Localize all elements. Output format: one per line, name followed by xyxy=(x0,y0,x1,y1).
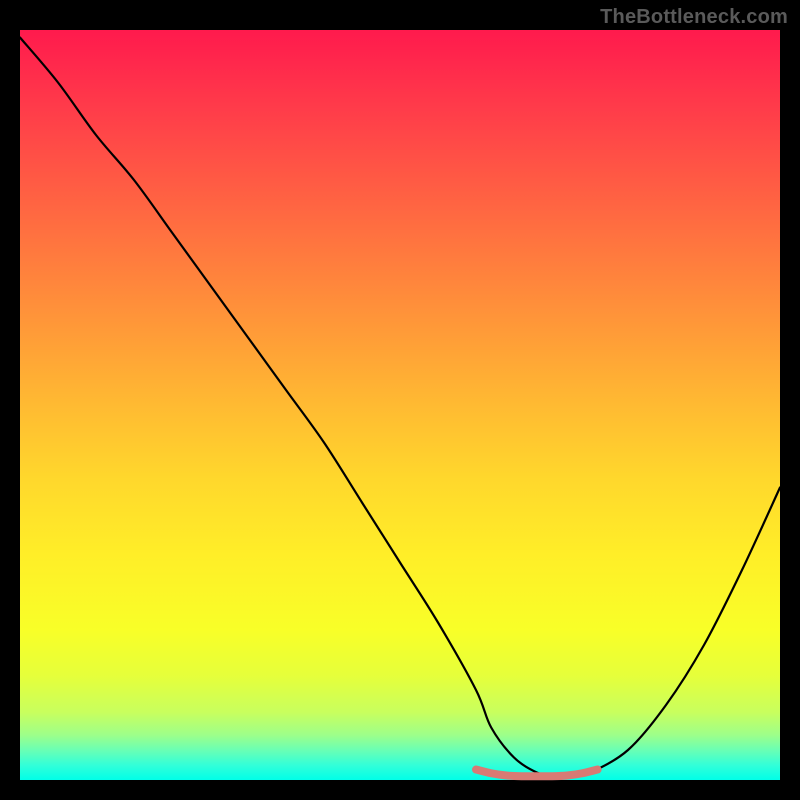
optimal-zone-marker xyxy=(476,770,598,777)
watermark-text: TheBottleneck.com xyxy=(600,6,788,29)
chart-root: TheBottleneck.com xyxy=(0,0,800,800)
curves-svg xyxy=(20,30,780,780)
plot-area xyxy=(20,30,780,780)
bottleneck-curve xyxy=(20,38,780,777)
